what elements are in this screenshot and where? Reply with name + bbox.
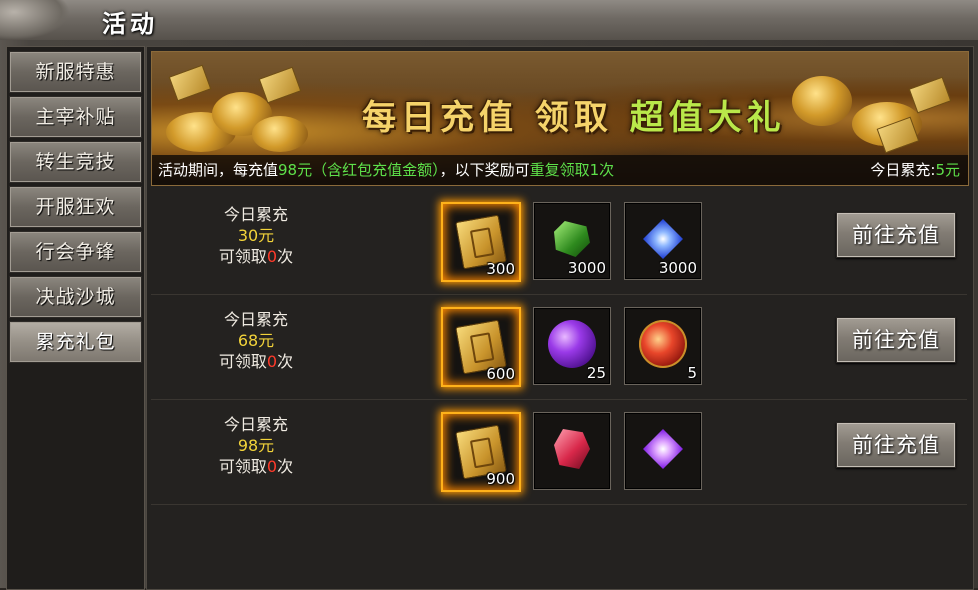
reward-slot[interactable]: 5 (624, 307, 702, 385)
desc-mid: ，以下奖励可 (439, 161, 530, 179)
item-count: 25 (586, 364, 606, 382)
coupon-icon (908, 76, 952, 114)
reward-requirement: 今日累充 68元 可领取0次 (191, 309, 321, 372)
sidebar-item-rebirth-contest[interactable]: 转生竞技 (9, 141, 142, 183)
reward-row: 今日累充 98元 可领取0次 900 前往充值 (151, 400, 967, 505)
item-count: 3000 (658, 259, 697, 277)
claim-status: 可领取0次 (191, 456, 321, 477)
item-count: 3000 (567, 259, 606, 277)
purple-crystal-icon (643, 429, 683, 469)
claim-status: 可领取0次 (191, 246, 321, 267)
reward-slot[interactable]: 3000 (624, 202, 702, 280)
claim-prefix: 可领取 (218, 247, 267, 266)
event-banner: 每日充值 领取 超值大礼 活动期间，每充值98元（含红包充值金额），以下奖励可重… (151, 51, 969, 186)
blue-crystal-icon (643, 219, 683, 259)
window-titlebar: 活动 (0, 0, 978, 42)
event-description: 活动期间，每充值98元（含红包充值金额），以下奖励可重复领取1次 (158, 155, 614, 185)
purple-orb-icon (548, 320, 596, 368)
item-count: 900 (486, 470, 515, 488)
reward-slot[interactable] (533, 412, 611, 490)
reward-slot[interactable] (624, 412, 702, 490)
item-count: 600 (486, 365, 515, 383)
desc-amount: 98元（含红包充值金额） (278, 161, 440, 179)
today-value: 5元 (935, 161, 960, 179)
today-label: 今日累充: (870, 161, 936, 179)
banner-title-part2: 超值大礼 (629, 98, 786, 138)
banner-info-strip: 活动期间，每充值98元（含红包充值金额），以下奖励可重复领取1次 今日累充:5元 (152, 155, 968, 185)
requirement-label: 今日累充 (223, 310, 288, 329)
green-gem-icon (554, 221, 590, 257)
reward-slot[interactable]: 3000 (533, 202, 611, 280)
reward-requirement: 今日累充 98元 可领取0次 (191, 414, 321, 477)
claim-count: 0 (266, 457, 278, 476)
claim-suffix: 次 (277, 247, 294, 266)
sidebar-item-cumulative-recharge[interactable]: 累充礼包 (9, 321, 142, 363)
desc-repeat: 重复领取1次 (529, 161, 615, 179)
banner-title: 每日充值 领取 超值大礼 (362, 90, 786, 139)
sidebar-item-new-server-deals[interactable]: 新服特惠 (9, 51, 142, 93)
reward-slot[interactable]: 600 (441, 307, 521, 387)
sidebar-item-master-subsidy[interactable]: 主宰补贴 (9, 96, 142, 138)
claim-suffix: 次 (277, 457, 294, 476)
reward-row: 今日累充 68元 可领取0次 600 25 5 前往充值 (151, 295, 967, 400)
reward-slot[interactable]: 25 (533, 307, 611, 385)
gold-ingot-pile-icon (252, 116, 308, 152)
red-orb-icon (639, 320, 687, 368)
sidebar-item-guild-battle[interactable]: 行会争锋 (9, 231, 142, 273)
go-recharge-button[interactable]: 前往充值 (836, 212, 956, 258)
sidebar: 新服特惠 主宰补贴 转生竞技 开服狂欢 行会争锋 决战沙城 累充礼包 (6, 46, 145, 590)
reward-slot[interactable]: 900 (441, 412, 521, 492)
treasure-pile-icon (792, 76, 852, 126)
coupon-icon (168, 64, 212, 102)
coupon-icon (258, 66, 302, 104)
main-panel: 每日充值 领取 超值大礼 活动期间，每充值98元（含红包充值金额），以下奖励可重… (146, 46, 974, 590)
requirement-amount: 98元 (237, 436, 275, 455)
red-gem-icon (554, 429, 590, 469)
requirement-label: 今日累充 (223, 205, 288, 224)
reward-requirement: 今日累充 30元 可领取0次 (191, 204, 321, 267)
desc-prefix: 活动期间，每充值 (158, 161, 279, 179)
claim-prefix: 可领取 (218, 457, 267, 476)
window-title: 活动 (102, 10, 158, 38)
today-recharge-total: 今日累充:5元 (870, 155, 960, 185)
claim-count: 0 (266, 352, 278, 371)
sidebar-item-launch-carnival[interactable]: 开服狂欢 (9, 186, 142, 228)
claim-count: 0 (266, 247, 278, 266)
banner-title-part1: 每日充值 领取 (362, 98, 613, 138)
item-count: 5 (687, 364, 697, 382)
requirement-amount: 68元 (237, 331, 275, 350)
reward-row: 今日累充 30元 可领取0次 300 3000 3000 前往充值 (151, 190, 967, 295)
requirement-amount: 30元 (237, 226, 275, 245)
claim-status: 可领取0次 (191, 351, 321, 372)
go-recharge-button[interactable]: 前往充值 (836, 422, 956, 468)
requirement-label: 今日累充 (223, 415, 288, 434)
go-recharge-button[interactable]: 前往充值 (836, 317, 956, 363)
reward-slot[interactable]: 300 (441, 202, 521, 282)
claim-suffix: 次 (277, 352, 294, 371)
claim-prefix: 可领取 (218, 352, 267, 371)
item-count: 300 (486, 260, 515, 278)
sidebar-item-castle-siege[interactable]: 决战沙城 (9, 276, 142, 318)
